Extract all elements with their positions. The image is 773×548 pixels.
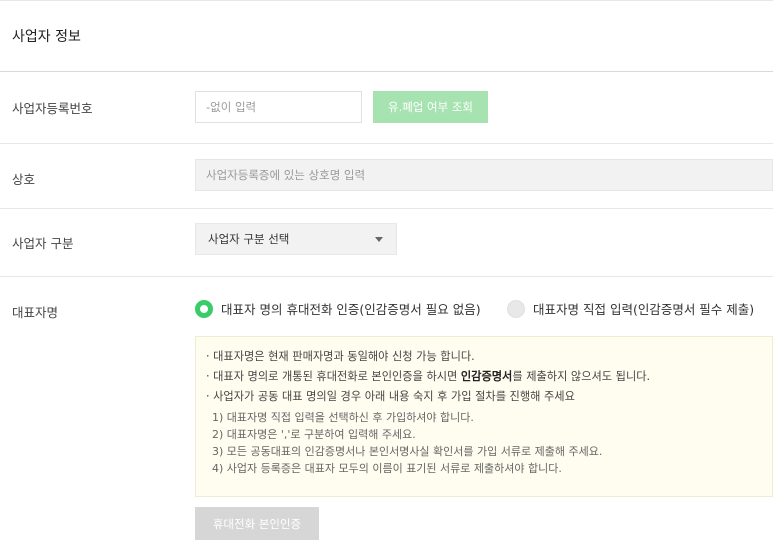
business-type-label: 사업자 구분 (12, 236, 74, 251)
notice-step-2: 2) 대표자명은 ','로 구분하여 입력해 주세요. (212, 428, 416, 441)
row-divider (0, 143, 773, 144)
notice-line-3: · 사업자가 공동 대표 명의일 경우 아래 내용 숙지 후 가입 절차를 진행… (206, 390, 575, 403)
representative-notice-box: · 대표자명은 현재 판매자명과 동일해야 신청 가능 합니다. · 대표자 명… (195, 336, 773, 497)
notice-line-2-text-end: 를 제출하지 않으셔도 됩니다. (512, 370, 651, 383)
company-name-input[interactable]: 사업자등록증에 있는 상호명 입력 (195, 159, 773, 191)
notice-line-2: · 대표자 명의로 개통된 휴대전화로 본인인증을 하시면 인감증명서를 제출하… (206, 367, 762, 387)
section-divider (0, 71, 773, 72)
notice-step-3: 3) 모든 공동대표의 인감증명서나 본인서명사실 확인서를 가입 서류로 제출… (212, 445, 603, 458)
radio-direct-input-label: 대표자명 직접 입력(인감증명서 필수 제출) (533, 302, 755, 317)
business-number-input[interactable]: -없이 입력 (195, 91, 362, 123)
radio-phone-verification[interactable]: 대표자 명의 휴대전화 인증(인감증명서 필요 없음) (195, 299, 481, 318)
phone-verification-button[interactable]: 휴대전화 본인인증 (195, 507, 319, 540)
radio-direct-input[interactable]: 대표자명 직접 입력(인감증명서 필수 제출) (507, 299, 754, 318)
business-number-label: 사업자등록번호 (12, 101, 93, 116)
chevron-down-icon (375, 237, 383, 242)
row-divider (0, 208, 773, 209)
notice-line-1: · 대표자명은 현재 판매자명과 동일해야 신청 가능 합니다. (206, 350, 475, 363)
notice-step-4: 4) 사업자 등록증은 대표자 모두의 이름이 표기된 서류로 제출하셔야 합니… (212, 462, 562, 475)
radio-phone-verification-label: 대표자 명의 휴대전화 인증(인감증명서 필요 없음) (221, 302, 481, 317)
business-number-placeholder: -없이 입력 (206, 100, 257, 114)
top-divider (0, 0, 773, 1)
row-divider (0, 276, 773, 277)
company-name-placeholder: 사업자등록증에 있는 상호명 입력 (206, 168, 366, 182)
business-status-check-button[interactable]: 유.폐업 여부 조회 (373, 91, 488, 123)
radio-unchecked-icon (507, 299, 525, 318)
business-type-selected: 사업자 구분 선택 (208, 232, 290, 246)
radio-checked-icon (195, 299, 213, 318)
notice-step-1: 1) 대표자명 직접 입력을 선택하신 후 가입하셔야 합니다. (212, 411, 474, 424)
representative-label: 대표자명 (12, 305, 59, 320)
notice-line-2-bold: 인감증명서 (460, 370, 513, 383)
business-type-select[interactable]: 사업자 구분 선택 (195, 223, 397, 255)
section-title: 사업자 정보 (12, 29, 81, 45)
notice-line-2-text: · 대표자 명의로 개통된 휴대전화로 본인인증을 하시면 (206, 370, 461, 383)
company-name-label: 상호 (12, 172, 36, 187)
